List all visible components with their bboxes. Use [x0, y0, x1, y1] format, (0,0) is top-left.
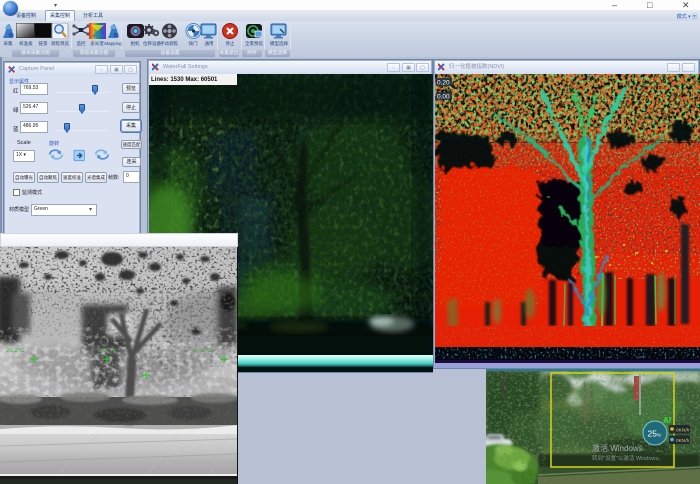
svg-text:26.2°C: 26.2°C: [6, 348, 25, 354]
svg-text:28.7°C: 28.7°C: [98, 348, 117, 354]
svg-text:激活 Windows: 激活 Windows: [592, 443, 643, 453]
svg-text:转到"设置"以激活 Windows。: 转到"设置"以激活 Windows。: [592, 454, 664, 462]
svg-text:0.00: 0.00: [437, 94, 450, 101]
svg-text:AI: AI: [663, 416, 671, 425]
svg-text:0KN/h: 0KN/h: [676, 428, 690, 434]
svg-text:27.6°C: 27.6°C: [193, 348, 212, 354]
svg-text:0KN/h: 0KN/h: [676, 438, 690, 444]
svg-text:0.20: 0.20: [437, 80, 450, 87]
